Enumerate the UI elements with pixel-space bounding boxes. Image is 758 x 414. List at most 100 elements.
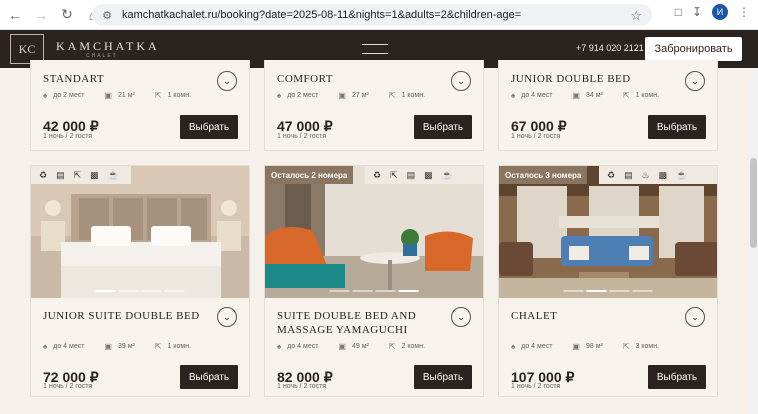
slider-dot[interactable]: [141, 290, 162, 292]
room-meta: ♠ до 2 мест ▣ 27 м² ⇱ 1 комн.: [277, 91, 425, 100]
slider-dot[interactable]: [95, 290, 116, 292]
logo-text[interactable]: KAMCHATKA: [56, 39, 160, 54]
room-card: STANDART ⌄ ♠ до 2 мест ▣ 21 м² ⇱ 1 комн. 42…: [30, 60, 250, 151]
slider-dot[interactable]: [352, 290, 373, 292]
room-photo[interactable]: ♻ ▤ ⇱ ▩ ☕: [31, 166, 249, 298]
slider-dot[interactable]: [632, 290, 653, 292]
slider-dots[interactable]: [329, 290, 419, 292]
availability-badge: Осталось 3 номера: [499, 166, 588, 184]
rooms-icon: ⇱: [154, 342, 162, 351]
room-meta: ♠ до 2 мест ▣ 21 м² ⇱ 1 комн.: [43, 91, 191, 100]
price-note: 1 ночь / 2 гостя: [511, 383, 561, 390]
forward-icon[interactable]: →: [30, 4, 52, 26]
rooms-value: 1 комн.: [401, 92, 426, 99]
heater-icon: ♻: [607, 169, 616, 180]
price-note: 1 ночь / 2 гостя: [277, 133, 327, 140]
guests-value: до 2 мест: [287, 92, 319, 99]
chevron-down-icon[interactable]: ⌄: [451, 71, 471, 91]
room-card: Осталось 3 номера ♻ ▤ ♨ ▩ ☕ CHALET ⌄ ♠ до…: [498, 165, 718, 397]
bath-icon: ▤: [406, 169, 416, 180]
room-title: SUITE DOUBLE BED AND: [277, 310, 417, 322]
rooms-icon: ⇱: [154, 91, 162, 100]
guests-icon: ♠: [511, 91, 516, 100]
area-value: 21 м²: [117, 92, 135, 99]
room-card: COMFORT ⌄ ♠ до 2 мест ▣ 27 м² ⇱ 1 комн. 47 …: [264, 60, 484, 151]
url-text[interactable]: kamchatkachalet.ru/booking?date=2025-08-…: [122, 9, 521, 21]
tv-icon: ▩: [658, 169, 668, 180]
scrollbar-thumb[interactable]: [750, 158, 757, 248]
slider-dot[interactable]: [329, 290, 350, 292]
area-icon: ▣: [104, 342, 112, 351]
rooms-value: 1 комн.: [635, 92, 660, 99]
room-card: Осталось 2 номера ♻ ⇱ ▤ ▩ ☕ SUITE DOUBLE…: [264, 165, 484, 397]
select-button[interactable]: Выбрать: [414, 115, 472, 139]
room-photo[interactable]: Осталось 3 номера ♻ ▤ ♨ ▩ ☕: [499, 166, 717, 298]
profile-avatar[interactable]: И: [712, 4, 728, 20]
chevron-down-icon[interactable]: ⌄: [451, 307, 471, 327]
price-note: 1 ночь / 2 гостя: [43, 383, 93, 390]
coffee-icon: ☕: [676, 169, 688, 180]
slider-dots[interactable]: [95, 290, 185, 292]
reload-icon[interactable]: ↻: [56, 4, 78, 26]
select-button[interactable]: Выбрать: [180, 115, 238, 139]
rooms-icon: ⇱: [622, 91, 630, 100]
rooms-value: 1 комн.: [167, 343, 192, 350]
chevron-down-icon[interactable]: ⌄: [685, 307, 705, 327]
area-icon: ▣: [572, 342, 580, 351]
room-meta: ♠ до 4 мест ▣ 98 м² ⇱ 3 комн.: [511, 342, 659, 351]
slider-dot[interactable]: [375, 290, 396, 292]
phone-link[interactable]: +7 914 020 2121: [576, 43, 644, 53]
chevron-down-icon[interactable]: ⌄: [217, 307, 237, 327]
slider-dot[interactable]: [164, 290, 185, 292]
logo-subtext: CHALET: [86, 53, 118, 59]
price-note: 1 ночь / 2 гостя: [43, 133, 93, 140]
slider-dot[interactable]: [563, 290, 584, 292]
slider-dot[interactable]: [609, 290, 630, 292]
tv-icon: ▩: [90, 169, 99, 180]
chevron-down-icon[interactable]: ⌄: [217, 71, 237, 91]
back-icon[interactable]: ←: [4, 4, 26, 26]
amenities-bar: ♻ ▤ ♨ ▩ ☕: [599, 166, 717, 184]
heater-icon: ♻: [373, 169, 382, 180]
slider-dot[interactable]: [118, 290, 139, 292]
address-bar[interactable]: ⚙ kamchatkachalet.ru/booking?date=2025-0…: [92, 4, 652, 26]
menu-icon[interactable]: ⋮: [738, 5, 750, 19]
area-icon: ▣: [572, 91, 580, 100]
room-meta: ♠ до 4 мест ▣ 49 м² ⇱ 2 комн.: [277, 342, 425, 351]
room-card: JUNIOR DOUBLE BED ⌄ ♠ до 4 мест ▣ 34 м² ⇱ 1…: [498, 60, 718, 151]
extensions-icon[interactable]: □: [675, 5, 682, 19]
select-button[interactable]: Выбрать: [648, 115, 706, 139]
rooms-icon: ⇱: [622, 342, 630, 351]
fridge-icon: ▤: [56, 169, 65, 180]
room-title: JUNIOR SUITE DOUBLE BED: [43, 310, 200, 322]
select-button[interactable]: Выбрать: [180, 365, 238, 389]
area-value: 27 м²: [351, 92, 369, 99]
slider-dots[interactable]: [563, 290, 653, 292]
expand-icon: ⇱: [73, 169, 82, 180]
slider-dot[interactable]: [586, 290, 607, 292]
downloads-icon[interactable]: ↧: [692, 5, 702, 19]
room-photo[interactable]: Осталось 2 номера ♻ ⇱ ▤ ▩ ☕: [265, 166, 483, 298]
room-title-line2: MASSAGE YAMAGUCHI: [277, 324, 408, 336]
area-value: 49 м²: [351, 343, 369, 350]
hamburger-menu-icon[interactable]: [362, 44, 388, 54]
select-button[interactable]: Выбрать: [648, 365, 706, 389]
area-icon: ▣: [104, 91, 112, 100]
slider-dot[interactable]: [398, 290, 419, 292]
bookmark-star-icon[interactable]: ☆: [630, 8, 642, 24]
room-card: ♻ ▤ ⇱ ▩ ☕ JUNIOR SUITE DOUBLE BED ⌄ ♠ до …: [30, 165, 250, 397]
area-icon: ▣: [338, 91, 346, 100]
guests-icon: ♠: [43, 342, 48, 351]
select-button[interactable]: Выбрать: [414, 365, 472, 389]
guests-value: до 4 мест: [521, 343, 553, 350]
guests-value: до 2 мест: [53, 92, 85, 99]
price-note: 1 ночь / 2 гостя: [277, 383, 327, 390]
price-note: 1 ночь / 2 гостя: [511, 133, 561, 140]
site-info-icon[interactable]: ⚙: [100, 8, 114, 22]
amenities-bar: ♻ ▤ ⇱ ▩ ☕: [31, 166, 131, 184]
chevron-down-icon[interactable]: ⌄: [685, 71, 705, 91]
rooms-value: 3 комн.: [635, 343, 660, 350]
coffee-icon: ☕: [107, 169, 119, 180]
book-button[interactable]: Забронировать: [645, 37, 742, 61]
page-scrollbar[interactable]: [749, 68, 758, 414]
